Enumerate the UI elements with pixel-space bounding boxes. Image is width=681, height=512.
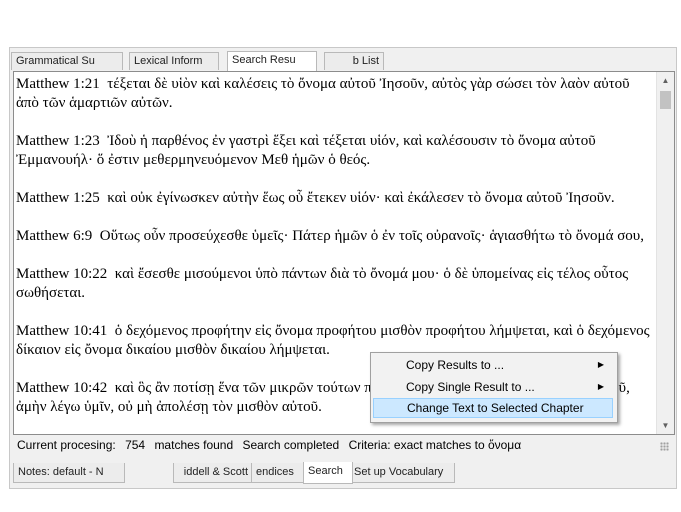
tab-lexical-information[interactable]: Lexical Inform — [129, 52, 219, 70]
tab-grammatical-summary[interactable]: Grammatical Su — [11, 52, 123, 70]
menu-item-label: Copy Results to ... — [406, 358, 505, 372]
tab-liddell-scott[interactable]: iddell & Scott — [173, 463, 253, 483]
menu-item-copy-results[interactable]: Copy Results to ... ▶ — [373, 355, 613, 375]
result-entry[interactable]: Matthew 10:22 καὶ ἔσεσθε μισούμενοι ὑπὸ … — [16, 265, 656, 303]
submenu-arrow-icon: ▶ — [597, 382, 604, 391]
tab-search-results[interactable]: Search Resu — [227, 51, 317, 71]
scroll-up-arrow-icon[interactable]: ▲ — [657, 72, 674, 89]
tab-set-up-vocabulary[interactable]: Set up Vocabulary — [349, 463, 455, 483]
menu-item-label: Change Text to Selected Chapter — [407, 401, 584, 415]
scrollbar-thumb[interactable] — [660, 91, 671, 109]
tab-search[interactable]: Search — [303, 462, 353, 484]
top-tab-strip: Grammatical Su Lexical Inform Search Res… — [9, 51, 669, 71]
context-menu: Copy Results to ... ▶ Copy Single Result… — [370, 352, 618, 423]
status-state: Search completed — [242, 438, 340, 452]
result-reference: Matthew 1:21 — [16, 76, 100, 92]
result-reference: Matthew 1:25 — [16, 190, 100, 206]
vertical-scrollbar[interactable]: ▲ ▼ — [656, 72, 674, 434]
tab-notes[interactable]: Notes: default - N — [13, 463, 125, 483]
result-entry[interactable]: Matthew 1:25 καὶ οὐκ ἐγίνωσκεν αὐτὴν ἕως… — [16, 189, 656, 208]
result-reference: Matthew 10:42 — [16, 380, 108, 396]
status-bar: Current procesing: 754 matches found Sea… — [13, 435, 673, 455]
result-text: Ἰδοὺ ἡ παρθένος ἐν γαστρὶ ἕξει καὶ τέξετ… — [16, 133, 596, 168]
menu-item-change-text-to-chapter[interactable]: Change Text to Selected Chapter — [373, 398, 613, 418]
result-reference: Matthew 10:41 — [16, 323, 108, 339]
result-reference: Matthew 6:9 — [16, 228, 93, 244]
result-entry[interactable]: Matthew 6:9 Οὕτως οὖν προσεύχεσθε ὑμεῖς·… — [16, 227, 656, 246]
bottom-tab-strip: Notes: default - N iddell & Scott endice… — [13, 462, 673, 484]
result-entry[interactable]: Matthew 1:23 Ἰδοὺ ἡ παρθένος ἐν γαστρὶ ἕ… — [16, 132, 656, 170]
menu-item-copy-single-result[interactable]: Copy Single Result to ... ▶ — [373, 377, 613, 397]
scroll-down-arrow-icon[interactable]: ▼ — [657, 417, 674, 434]
menu-item-label: Copy Single Result to ... — [406, 380, 535, 394]
result-text: Οὕτως οὖν προσεύχεσθε ὑμεῖς· Πάτερ ἡμῶν … — [99, 228, 644, 244]
status-label: Current procesing: — [17, 438, 116, 452]
resize-grip-icon[interactable] — [660, 442, 669, 451]
status-matches-text: matches found — [154, 438, 234, 452]
result-text: καὶ οὐκ ἐγίνωσκεν αὐτὴν ἕως οὗ ἔτεκεν υἱ… — [107, 190, 615, 206]
torn-paper-margin — [0, 0, 681, 48]
tab-verb-list[interactable]: b List — [324, 52, 384, 70]
result-text: καὶ ἔσεσθε μισούμενοι ὑπὸ πάντων διὰ τὸ … — [16, 266, 629, 301]
result-entry[interactable]: Matthew 1:21 τέξεται δὲ υἱὸν καὶ καλέσει… — [16, 75, 656, 113]
status-criteria: Criteria: exact matches to ὄνομα — [348, 438, 522, 452]
status-match-count: 754 — [125, 438, 146, 452]
submenu-arrow-icon: ▶ — [597, 360, 604, 369]
tab-appendices[interactable]: endices — [251, 463, 309, 483]
result-reference: Matthew 1:23 — [16, 133, 100, 149]
result-reference: Matthew 10:22 — [16, 266, 108, 282]
result-text: τέξεται δὲ υἱὸν καὶ καλέσεις τὸ ὄνομα αὐ… — [16, 76, 630, 111]
